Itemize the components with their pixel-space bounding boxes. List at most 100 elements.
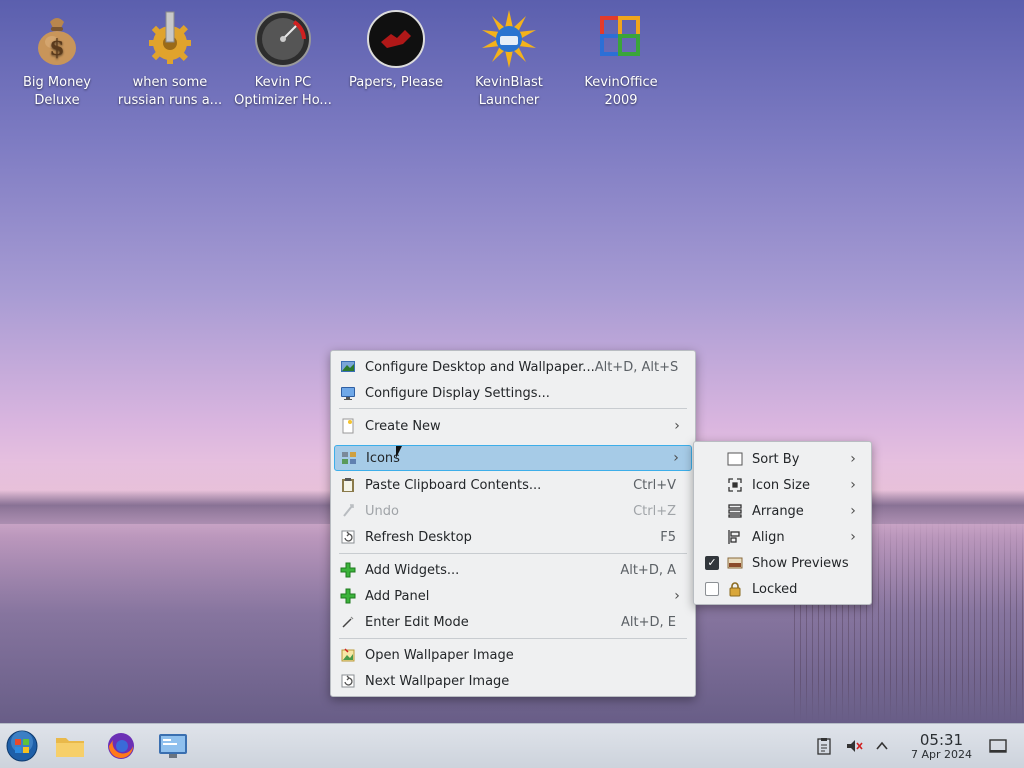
chevron-right-icon: ›: [674, 588, 680, 604]
clock-date: 7 Apr 2024: [910, 748, 972, 761]
menu-item-label: Align: [752, 529, 785, 545]
desktop-icon-kevinoffice-2009[interactable]: KevinOffice 2009: [566, 10, 676, 110]
clipboard-icon: [340, 477, 356, 493]
menu-separator: [339, 553, 687, 554]
arrange-rows-icon: [727, 503, 743, 519]
menu-item-label: Configure Desktop and Wallpaper...: [365, 359, 595, 375]
submenu-item-show-previews[interactable]: ✓ Show Previews: [697, 550, 868, 576]
desktop-icon-label-line1: KevinOffice: [584, 75, 658, 90]
menu-item-open-wallpaper-image[interactable]: Open Wallpaper Image: [334, 642, 692, 668]
chevron-up-icon[interactable]: [873, 737, 891, 755]
volume-muted-icon[interactable]: [845, 737, 863, 755]
folder-icon: [56, 738, 84, 757]
new-file-icon: [340, 418, 356, 434]
menu-item-label: Add Panel: [365, 588, 430, 604]
menu-item-add-widgets[interactable]: Add Widgets... Alt+D, A: [334, 557, 692, 583]
show-desktop-icon[interactable]: [989, 737, 1007, 755]
desktop-icon-label-line2: russian runs a...: [117, 93, 223, 108]
file-manager-button[interactable]: [54, 730, 86, 762]
sun-disc-icon: [480, 10, 538, 68]
menu-item-label: Sort By: [752, 451, 800, 467]
preview-image-icon: [727, 555, 743, 571]
submenu-item-sort-by[interactable]: Sort By ›: [697, 446, 868, 472]
menu-item-create-new[interactable]: Create New ›: [334, 413, 692, 439]
menu-item-shortcut: Ctrl+V: [633, 477, 676, 493]
align-left-icon: [727, 529, 743, 545]
clipboard-tray-icon[interactable]: [815, 737, 833, 755]
menu-item-next-wallpaper-image[interactable]: Next Wallpaper Image: [334, 668, 692, 694]
locked-checkbox[interactable]: [705, 582, 719, 596]
desktop-icon-label-line1: Kevin PC: [254, 75, 312, 90]
gear-icon: [141, 10, 199, 68]
papers-please-icon: [367, 10, 425, 68]
svg-text:$: $: [49, 35, 64, 61]
desktop-icons: $ Big Money Deluxe when some russian run…: [0, 0, 700, 130]
menu-item-label: Undo: [365, 503, 399, 519]
desktop-icon-label-line1: when some: [132, 75, 208, 90]
menu-item-configure-display[interactable]: Configure Display Settings...: [334, 380, 692, 406]
menu-item-configure-desktop[interactable]: Configure Desktop and Wallpaper... Alt+D…: [334, 354, 692, 380]
show-previews-checkbox[interactable]: ✓: [705, 556, 719, 570]
office-logo-icon: [592, 10, 650, 68]
resize-icon: [727, 477, 743, 493]
desktop-icon-label-line2: 2009: [604, 93, 638, 108]
chevron-right-icon: ›: [850, 503, 856, 519]
submenu-item-align[interactable]: Align ›: [697, 524, 868, 550]
menu-item-label: Locked: [752, 581, 798, 597]
menu-item-label: Add Widgets...: [365, 562, 460, 578]
money-bag-icon: $: [28, 10, 86, 68]
submenu-item-arrange[interactable]: Arrange ›: [697, 498, 868, 524]
menu-item-label: Refresh Desktop: [365, 529, 472, 545]
desktop-icon-papers-please[interactable]: Papers, Please: [341, 10, 451, 92]
menu-item-paste-clipboard[interactable]: Paste Clipboard Contents... Ctrl+V: [334, 472, 692, 498]
clock-time: 05:31: [919, 731, 964, 749]
settings-monitor-icon: [159, 734, 187, 758]
desktop-icon-label-line1: KevinBlast: [475, 75, 543, 90]
menu-item-label: Paste Clipboard Contents...: [365, 477, 542, 493]
firefox-button[interactable]: [105, 730, 137, 762]
menu-item-label: Icon Size: [752, 477, 810, 493]
menu-item-add-panel[interactable]: Add Panel ›: [334, 583, 692, 609]
system-settings-button[interactable]: [157, 730, 189, 762]
desktop-icon-big-money-deluxe[interactable]: $ Big Money Deluxe: [2, 10, 112, 110]
desktop-icon-kevinblast-launcher[interactable]: KevinBlast Launcher: [454, 10, 564, 110]
sort-icon: [727, 451, 743, 467]
submenu-item-locked[interactable]: Locked: [697, 576, 868, 602]
taskbar: 05:31 7 Apr 2024: [0, 723, 1024, 768]
menu-item-label: Next Wallpaper Image: [365, 673, 510, 689]
chevron-right-icon: ›: [850, 451, 856, 467]
firefox-icon: [108, 733, 134, 759]
start-orb-icon: [6, 730, 38, 762]
edit-wand-icon: [340, 614, 356, 630]
desktop-icon-russian-runs[interactable]: when some russian runs a...: [115, 10, 225, 110]
desktop-icon-label-line1: Papers, Please: [348, 75, 444, 90]
gauge-icon: [254, 10, 312, 68]
mouse-cursor-icon: [396, 446, 402, 458]
desktop-icon-kevin-pc-optimizer[interactable]: Kevin PC Optimizer Ho...: [228, 10, 338, 110]
menu-item-undo[interactable]: Undo Ctrl+Z: [334, 498, 692, 524]
display-settings-icon: [340, 385, 356, 401]
menu-item-label: Show Previews: [752, 555, 849, 571]
menu-item-label: Open Wallpaper Image: [365, 647, 514, 663]
lock-icon: [727, 581, 743, 597]
chevron-right-icon: ›: [673, 450, 679, 466]
refresh-icon: [340, 529, 356, 545]
desktop-context-menu: Configure Desktop and Wallpaper... Alt+D…: [330, 350, 696, 697]
plus-icon: [340, 562, 356, 578]
menu-item-label: Create New: [365, 418, 441, 434]
submenu-item-icon-size[interactable]: Icon Size ›: [697, 472, 868, 498]
menu-item-shortcut: F5: [660, 529, 676, 545]
start-menu-button[interactable]: [6, 730, 38, 762]
menu-item-refresh-desktop[interactable]: Refresh Desktop F5: [334, 524, 692, 550]
menu-item-label: Configure Display Settings...: [365, 385, 550, 401]
desktop-icon-label-line2: Optimizer Ho...: [234, 93, 332, 108]
clock[interactable]: 05:31 7 Apr 2024: [911, 732, 972, 762]
menu-item-shortcut: Alt+D, E: [621, 614, 676, 630]
refresh-icon: [340, 673, 356, 689]
menu-item-enter-edit-mode[interactable]: Enter Edit Mode Alt+D, E: [334, 609, 692, 635]
plus-icon: [340, 588, 356, 604]
undo-icon: [340, 503, 356, 519]
menu-item-icons[interactable]: Icons ›: [334, 445, 692, 471]
menu-separator: [339, 638, 687, 639]
desktop-icon-label-line2: Deluxe: [34, 93, 80, 108]
